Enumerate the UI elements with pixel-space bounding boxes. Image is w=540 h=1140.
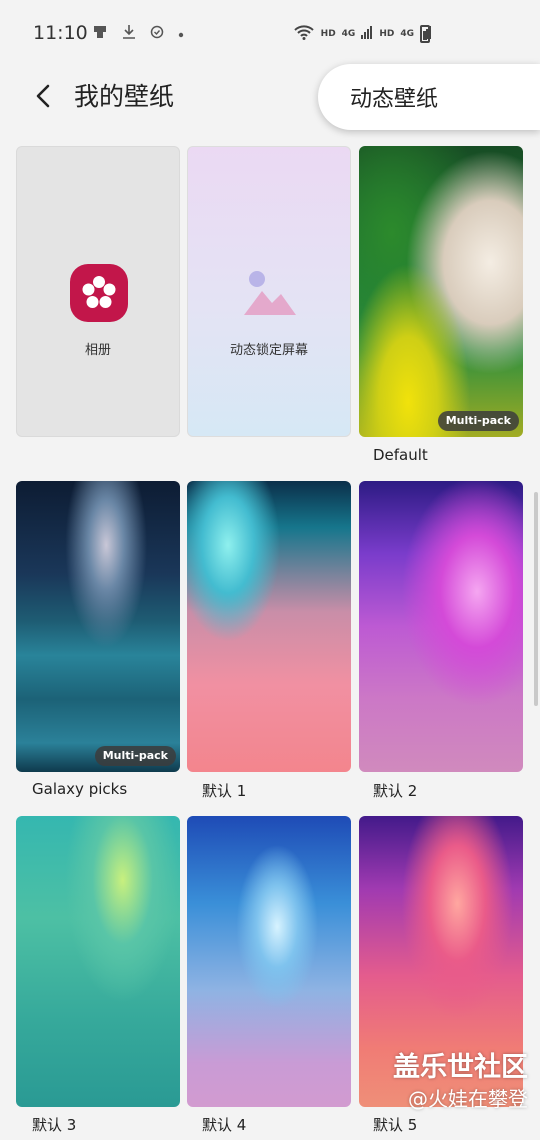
live-lock-label: 动态锁定屏幕 xyxy=(229,343,308,358)
default-1-tile[interactable] xyxy=(187,481,351,772)
multi-pack-badge: Multi-pack xyxy=(94,746,176,766)
scrollbar[interactable] xyxy=(534,492,538,706)
page-title: 我的壁纸 xyxy=(74,82,175,111)
default-caption: Default xyxy=(373,446,428,464)
default-2-caption: 默认 2 xyxy=(373,782,418,800)
default-wallpaper-tile[interactable]: Multi-pack xyxy=(359,146,523,437)
galaxy-picks-caption: Galaxy picks xyxy=(32,780,128,798)
default-5-caption: 默认 5 xyxy=(373,1116,418,1134)
network-type-1: 4G xyxy=(341,29,356,39)
header: 我的壁纸 动态壁纸 xyxy=(0,64,540,130)
back-arrow-icon[interactable] xyxy=(30,82,58,110)
galaxy-picks-tile[interactable]: Multi-pack xyxy=(16,481,180,772)
default-1-caption: 默认 1 xyxy=(202,782,247,800)
default-2-tile[interactable] xyxy=(359,481,523,772)
sync-icon xyxy=(150,25,164,43)
default-4-caption: 默认 4 xyxy=(202,1116,247,1134)
image-placeholder-icon xyxy=(240,267,300,323)
gallery-flower-icon xyxy=(70,264,128,322)
live-lock-screen-tile[interactable]: 动态锁定屏幕 xyxy=(187,146,351,437)
watermark-line-1: 盖乐世社区 xyxy=(393,1052,528,1083)
default-3-caption: 默认 3 xyxy=(32,1116,77,1134)
usb-icon xyxy=(92,24,108,44)
status-left-icons xyxy=(92,24,184,44)
hd-label-1: HD xyxy=(320,29,336,39)
multi-pack-badge: Multi-pack xyxy=(437,411,519,431)
battery-icon xyxy=(420,25,430,43)
watermark: 盖乐世社区 @火娃在攀登 xyxy=(393,1052,528,1114)
watermark-line-2: @火娃在攀登 xyxy=(408,1087,528,1111)
dot-icon xyxy=(178,26,184,42)
hd-label-2: HD xyxy=(379,29,395,39)
status-bar: 11:10 HD 4G HD 4G xyxy=(0,0,540,64)
default-3-tile[interactable] xyxy=(16,816,180,1107)
default-4-tile[interactable] xyxy=(187,816,351,1107)
network-type-2: 4G xyxy=(400,29,414,39)
status-right-icons: HD 4G HD 4G xyxy=(293,24,432,44)
wifi-icon xyxy=(293,24,315,44)
gallery-label: 相册 xyxy=(84,343,111,358)
status-time: 11:10 xyxy=(33,22,88,44)
gallery-tile[interactable]: 相册 xyxy=(16,146,180,437)
signal-icon-1 xyxy=(361,24,373,44)
live-wallpaper-button[interactable]: 动态壁纸 xyxy=(318,64,540,130)
download-icon xyxy=(122,24,136,44)
